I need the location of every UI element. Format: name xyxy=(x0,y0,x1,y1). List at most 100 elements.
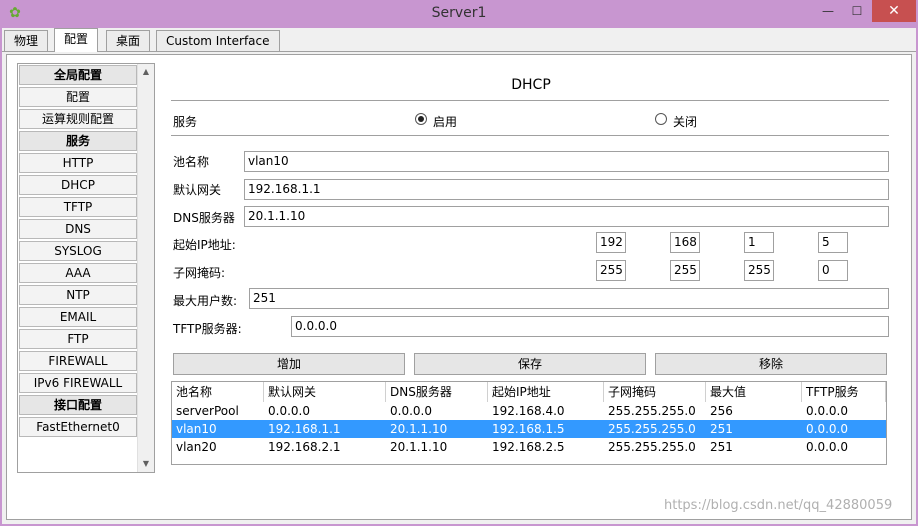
table-cell: 192.168.1.5 xyxy=(492,422,565,436)
column-header[interactable]: 最大值 xyxy=(706,382,802,402)
close-button[interactable]: ✕ xyxy=(872,0,916,22)
service-off-label[interactable]: 关闭 xyxy=(673,113,697,130)
sidebar-item-配置[interactable]: 配置 xyxy=(19,87,137,107)
table-cell: 20.1.1.10 xyxy=(390,440,448,454)
sidebar-item-http[interactable]: HTTP xyxy=(19,153,137,173)
table-cell: 192.168.4.0 xyxy=(492,404,565,418)
gateway-input[interactable]: 192.168.1.1 xyxy=(244,179,889,200)
table-cell: 256 xyxy=(710,404,733,418)
table-header-row: 池名称 默认网关 DNS服务器 起始IP地址 子网掩码 最大值 TFTP服务 xyxy=(172,382,886,402)
table-row[interactable]: vlan20 192.168.2.1 20.1.1.10 192.168.2.5 255… xyxy=(172,438,886,456)
dns-input[interactable]: 20.1.1.10 xyxy=(244,206,889,227)
table-cell: 192.168.2.1 xyxy=(268,440,341,454)
tab-config[interactable]: 配置 xyxy=(54,28,99,52)
service-on-label[interactable]: 启用 xyxy=(433,113,457,130)
table-cell: 251 xyxy=(710,440,733,454)
config-panel: 全局配置 配置 运算规则配置 服务 HTTP DHCP TFTP DNS SYSLOG AAA NT… xyxy=(6,54,912,520)
save-button[interactable]: 保存 xyxy=(414,353,646,375)
table-cell: 0.0.0.0 xyxy=(806,404,848,418)
scroll-up-icon[interactable]: ▲ xyxy=(138,64,154,80)
tftp-server-input[interactable]: 0.0.0.0 xyxy=(291,316,889,337)
start-ip-octet-4[interactable]: 5 xyxy=(818,232,848,253)
service-off-radio[interactable] xyxy=(655,113,667,125)
sidebar-item-aaa[interactable]: AAA xyxy=(19,263,137,283)
window-title: Server1 xyxy=(431,5,487,21)
column-header[interactable]: 子网掩码 xyxy=(604,382,706,402)
table-cell: 0.0.0.0 xyxy=(390,404,432,418)
start-ip-octet-1[interactable]: 192 xyxy=(596,232,626,253)
sidebar-item-dns[interactable]: DNS xyxy=(19,219,137,239)
table-cell: 0.0.0.0 xyxy=(268,404,310,418)
maximize-button[interactable]: ☐ xyxy=(843,0,871,22)
subnet-mask-octet-4[interactable]: 0 xyxy=(818,260,848,281)
max-users-input[interactable]: 251 xyxy=(249,288,889,309)
sidebar-item-运算规则配置[interactable]: 运算规则配置 xyxy=(19,109,137,129)
subnet-mask-label: 子网掩码: xyxy=(173,266,226,280)
table-cell: serverPool xyxy=(176,404,239,418)
column-header[interactable]: DNS服务器 xyxy=(386,382,488,402)
sidebar-item-dhcp[interactable]: DHCP xyxy=(19,175,137,195)
divider xyxy=(171,135,889,136)
subnet-mask-octet-2[interactable]: 255 xyxy=(670,260,700,281)
sidebar-item-tftp[interactable]: TFTP xyxy=(19,197,137,217)
sidebar-scrollbar[interactable]: ▲ ▼ xyxy=(137,64,154,472)
tftp-server-label: TFTP服务器: xyxy=(173,322,242,336)
sidebar-item-ipv6-firewall[interactable]: IPv6 FIREWALL xyxy=(19,373,137,393)
scroll-down-icon[interactable]: ▼ xyxy=(138,456,154,472)
gateway-label: 默认网关 xyxy=(173,183,222,197)
service-on-radio[interactable] xyxy=(415,113,427,125)
sidebar-item-ntp[interactable]: NTP xyxy=(19,285,137,305)
table-cell: 20.1.1.10 xyxy=(390,422,448,436)
minimize-button[interactable]: — xyxy=(814,0,842,22)
start-ip-octet-2[interactable]: 168 xyxy=(670,232,700,253)
table-row[interactable]: vlan10 192.168.1.1 20.1.1.10 192.168.1.5 255… xyxy=(172,420,886,438)
sidebar-item-ftp[interactable]: FTP xyxy=(19,329,137,349)
column-header[interactable]: 池名称 xyxy=(172,382,264,402)
table-cell: 255.255.255.0 xyxy=(608,404,696,418)
table-cell: 255.255.255.0 xyxy=(608,440,696,454)
start-ip-octet-3[interactable]: 1 xyxy=(744,232,774,253)
sidebar-item-全局配置[interactable]: 全局配置 xyxy=(19,65,137,85)
sidebar-item-接口配置[interactable]: 接口配置 xyxy=(19,395,137,415)
dhcp-content: DHCP 服务 启用 关闭 池名称 vlan10 默认网关 192.168.1.… xyxy=(171,55,891,515)
sidebar-item-syslog[interactable]: SYSLOG xyxy=(19,241,137,261)
sidebar-item-fastethernet0[interactable]: FastEthernet0 xyxy=(19,417,137,437)
max-users-label: 最大用户数: xyxy=(173,294,238,308)
sidebar-item-服务[interactable]: 服务 xyxy=(19,131,137,151)
table-cell: 192.168.2.5 xyxy=(492,440,565,454)
table-cell: vlan20 xyxy=(176,440,217,454)
tab-desktop[interactable]: 桌面 xyxy=(106,30,151,51)
sidebar-list: 全局配置 配置 运算规则配置 服务 HTTP DHCP TFTP DNS SYSLOG AAA NT… xyxy=(19,65,137,439)
table-cell: 0.0.0.0 xyxy=(806,440,848,454)
table-cell: 255.255.255.0 xyxy=(608,422,696,436)
column-header[interactable]: 起始IP地址 xyxy=(488,382,604,402)
watermark: https://blog.csdn.net/qq_42880059 xyxy=(664,498,893,513)
sidebar-item-email[interactable]: EMAIL xyxy=(19,307,137,327)
tab-bar: 物理 配置 桌面 Custom Interface xyxy=(2,28,916,52)
subnet-mask-octet-1[interactable]: 255 xyxy=(596,260,626,281)
table-cell: 192.168.1.1 xyxy=(268,422,341,436)
title-bar[interactable]: ✿ Server1 — ☐ ✕ xyxy=(0,0,918,28)
add-button[interactable]: 增加 xyxy=(173,353,405,375)
pool-name-label: 池名称 xyxy=(173,155,210,169)
dhcp-pool-table: 池名称 默认网关 DNS服务器 起始IP地址 子网掩码 最大值 TFTP服务 serverPo… xyxy=(171,381,887,465)
table-cell: vlan10 xyxy=(176,422,217,436)
remove-button[interactable]: 移除 xyxy=(655,353,887,375)
client-area: 物理 配置 桌面 Custom Interface 全局配置 配置 运算规则配置 服务… xyxy=(2,28,916,524)
sidebar-item-firewall[interactable]: FIREWALL xyxy=(19,351,137,371)
service-label: 服务 xyxy=(173,115,198,129)
tab-physical[interactable]: 物理 xyxy=(4,30,49,51)
config-sidebar: 全局配置 配置 运算规则配置 服务 HTTP DHCP TFTP DNS SYSLOG AAA NT… xyxy=(17,63,155,473)
dns-label: DNS服务器 xyxy=(173,211,235,225)
divider xyxy=(171,100,889,101)
table-row[interactable]: serverPool 0.0.0.0 0.0.0.0 192.168.4.0 255.2… xyxy=(172,402,886,420)
subnet-mask-octet-3[interactable]: 255 xyxy=(744,260,774,281)
dhcp-title: DHCP xyxy=(511,77,551,93)
pool-name-input[interactable]: vlan10 xyxy=(244,151,889,172)
table-cell: 0.0.0.0 xyxy=(806,422,848,436)
table-cell: 251 xyxy=(710,422,733,436)
tab-custom-interface[interactable]: Custom Interface xyxy=(156,30,280,51)
column-header[interactable]: 默认网关 xyxy=(264,382,386,402)
column-header[interactable]: TFTP服务 xyxy=(802,382,886,402)
server1-window: ✿ Server1 — ☐ ✕ 物理 配置 桌面 Custom Interfac… xyxy=(0,0,918,526)
